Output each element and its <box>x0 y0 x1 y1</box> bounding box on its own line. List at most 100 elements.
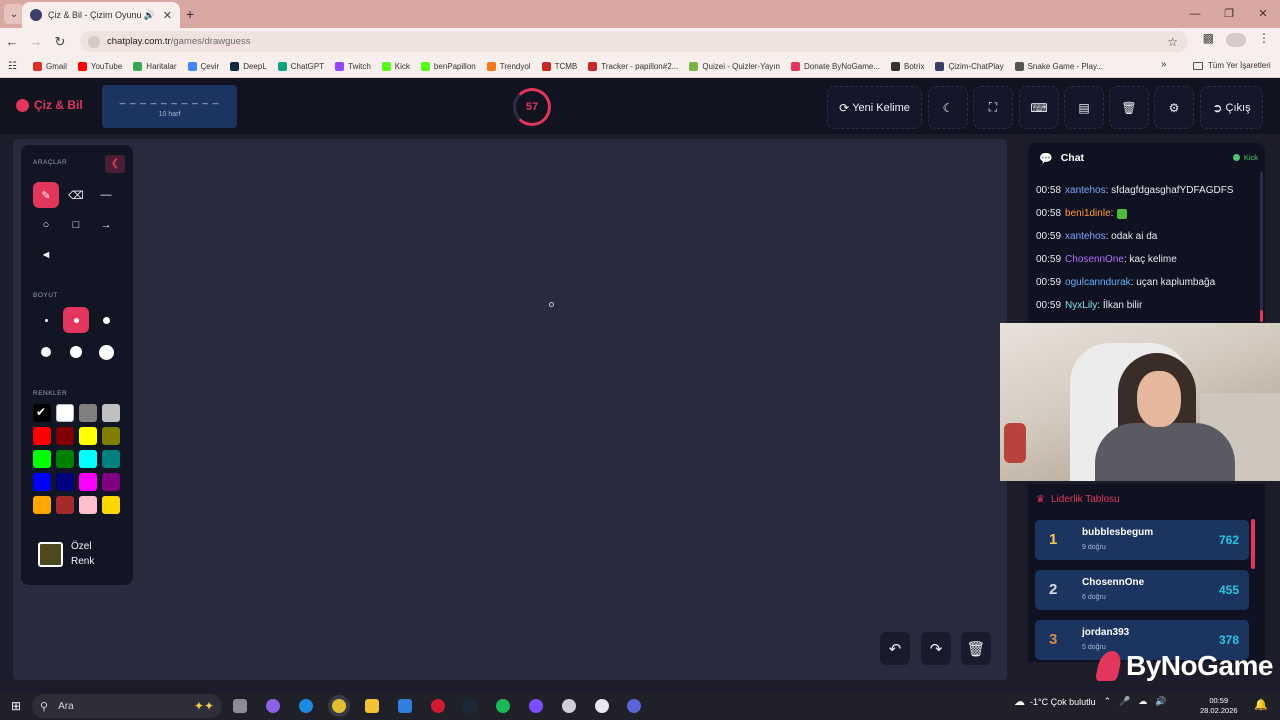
tab-search-icon[interactable]: ⌄ <box>4 4 24 24</box>
fill-tool-button[interactable]: ◄ <box>33 242 59 268</box>
custom-color-swatch[interactable] <box>38 541 63 567</box>
color-swatch[interactable] <box>79 427 97 445</box>
color-swatch[interactable] <box>79 450 97 468</box>
message-user[interactable]: xantehos <box>1065 231 1106 242</box>
bookmark-item[interactable]: DeepL <box>230 61 267 71</box>
reload-button[interactable]: ↻ <box>48 34 72 50</box>
color-swatch[interactable] <box>33 427 51 445</box>
settings-button[interactable]: ⚙ <box>1154 86 1194 129</box>
rectangle-tool-button[interactable]: □ <box>63 212 89 238</box>
message-user[interactable]: ChosennOne <box>1065 254 1124 265</box>
url-field[interactable]: chatplay.com.tr/games/drawguess ☆ <box>80 31 1188 52</box>
bookmark-item[interactable]: ChatGPT <box>277 61 324 71</box>
size-option-5[interactable] <box>63 339 89 365</box>
spotify-icon[interactable] <box>496 699 510 713</box>
close-window-button[interactable]: ✕ <box>1246 0 1280 28</box>
apps-grid-icon[interactable]: ☷ <box>8 61 17 72</box>
archive-button[interactable]: ▤ <box>1064 86 1104 129</box>
bookmark-item[interactable]: Twitch <box>335 61 371 71</box>
bookmark-item[interactable]: Haritalar <box>133 61 177 71</box>
bookmark-item[interactable]: Çizim-ChatPlay <box>935 61 1004 71</box>
color-swatch[interactable] <box>33 450 51 468</box>
opera-icon[interactable] <box>431 699 445 713</box>
network-icon[interactable]: ☁ <box>1138 696 1147 707</box>
color-swatch[interactable] <box>102 496 120 514</box>
system-tray[interactable]: ☁ -1°C Çok bulutlu ⌃ 🎤 ☁ 🔊 <box>1014 695 1167 708</box>
color-swatch[interactable] <box>102 404 120 422</box>
color-swatch[interactable] <box>79 496 97 514</box>
color-swatch[interactable] <box>102 427 120 445</box>
browser-menu-icon[interactable]: ⋮ <box>1258 31 1270 47</box>
arrow-tool-button[interactable]: → <box>93 212 119 238</box>
collapse-panel-button[interactable]: ❮ <box>105 155 125 173</box>
notification-bell-icon[interactable]: 🔔 <box>1254 698 1268 711</box>
clear-canvas-button[interactable]: 🗑 <box>961 632 991 665</box>
steam-icon[interactable] <box>463 699 477 713</box>
bookmark-item[interactable]: Gmail <box>32 61 67 71</box>
bookmark-item[interactable]: Botrix <box>891 61 924 71</box>
message-user[interactable]: NyxLily <box>1065 300 1097 311</box>
color-swatch[interactable] <box>56 473 74 491</box>
message-user[interactable]: xantehos <box>1065 185 1106 196</box>
pen-tool-button[interactable]: ✎ <box>33 182 59 208</box>
bookmark-item[interactable]: Tracker - papillon#2... <box>588 61 678 71</box>
keyboard-button[interactable]: ⌨ <box>1019 86 1059 129</box>
microphone-icon[interactable]: 🎤 <box>1119 696 1130 707</box>
bookmark-item[interactable]: Donate ByNoGame... <box>790 61 880 71</box>
new-word-button[interactable]: ⟳ Yeni Kelime <box>827 86 922 129</box>
profile-avatar[interactable] <box>1226 33 1246 47</box>
tray-chevron-icon[interactable]: ⌃ <box>1104 696 1112 707</box>
new-tab-button[interactable]: + <box>186 6 194 22</box>
chat-scrollbar[interactable] <box>1260 172 1263 322</box>
back-button[interactable]: ← <box>0 34 24 49</box>
color-swatch[interactable] <box>33 496 51 514</box>
task-view-icon[interactable] <box>233 699 247 713</box>
color-swatch[interactable] <box>56 404 74 422</box>
restore-button[interactable]: ❐ <box>1212 0 1246 28</box>
undo-button[interactable]: ↶ <box>880 632 910 665</box>
size-option-2[interactable] <box>63 307 89 333</box>
message-user[interactable]: ogulcanndurak <box>1065 277 1131 288</box>
size-option-6[interactable] <box>93 339 119 365</box>
bookmark-star-icon[interactable]: ☆ <box>1167 35 1178 49</box>
app-icon[interactable] <box>529 699 543 713</box>
color-swatch[interactable] <box>102 450 120 468</box>
color-swatch[interactable] <box>56 450 74 468</box>
bookmark-item[interactable]: TCMB <box>541 61 577 71</box>
extensions-icon[interactable]: ▩ <box>1203 31 1214 47</box>
obs-icon[interactable] <box>562 699 576 713</box>
taskbar-clock[interactable]: 00:59 28.02.2026 <box>1200 696 1238 716</box>
bookmark-item[interactable]: Çevir <box>187 61 219 71</box>
file-explorer-icon[interactable] <box>365 699 379 713</box>
size-option-1[interactable] <box>33 307 59 333</box>
bookmark-item[interactable]: benPapillon <box>420 61 476 71</box>
dark-mode-button[interactable]: ☾ <box>928 86 968 129</box>
more-bookmarks-icon[interactable]: » <box>1161 59 1167 70</box>
game-logo[interactable]: Çiz & Bil <box>16 98 83 112</box>
color-swatch[interactable] <box>56 427 74 445</box>
copilot-icon[interactable] <box>266 699 280 713</box>
redo-button[interactable]: ↷ <box>921 632 951 665</box>
color-swatch[interactable] <box>79 473 97 491</box>
bookmark-item[interactable]: Trendyol <box>486 61 531 71</box>
audio-playing-icon[interactable]: 🔊 <box>144 10 155 21</box>
delete-button[interactable]: 🗑 <box>1109 86 1149 129</box>
mail-icon[interactable] <box>398 699 412 713</box>
chat-scroll-thumb[interactable] <box>1260 310 1263 322</box>
color-swatch[interactable] <box>56 496 74 514</box>
volume-icon[interactable]: 🔊 <box>1155 696 1166 707</box>
bookmark-item[interactable]: Kick <box>381 61 410 71</box>
bookmark-item[interactable]: YouTube <box>77 61 122 71</box>
windows-start-icon[interactable]: ⊞ <box>0 699 32 713</box>
browser-tab[interactable]: Çiz & Bil - Çizim Oyunu 🔊 ✕ <box>22 2 180 28</box>
line-tool-button[interactable]: — <box>93 182 119 208</box>
color-swatch[interactable] <box>79 404 97 422</box>
taskbar-search[interactable]: ⚲ Ara ✦✦ <box>32 694 222 718</box>
all-bookmarks-folder[interactable]: Tüm Yer İşaretleri <box>1193 61 1271 70</box>
color-swatch[interactable] <box>102 473 120 491</box>
color-swatch[interactable] <box>33 473 51 491</box>
circle-tool-button[interactable]: ○ <box>33 212 59 238</box>
edge-icon[interactable] <box>299 699 313 713</box>
message-user[interactable]: beni1dinle <box>1065 208 1111 219</box>
color-swatch[interactable] <box>33 404 51 422</box>
